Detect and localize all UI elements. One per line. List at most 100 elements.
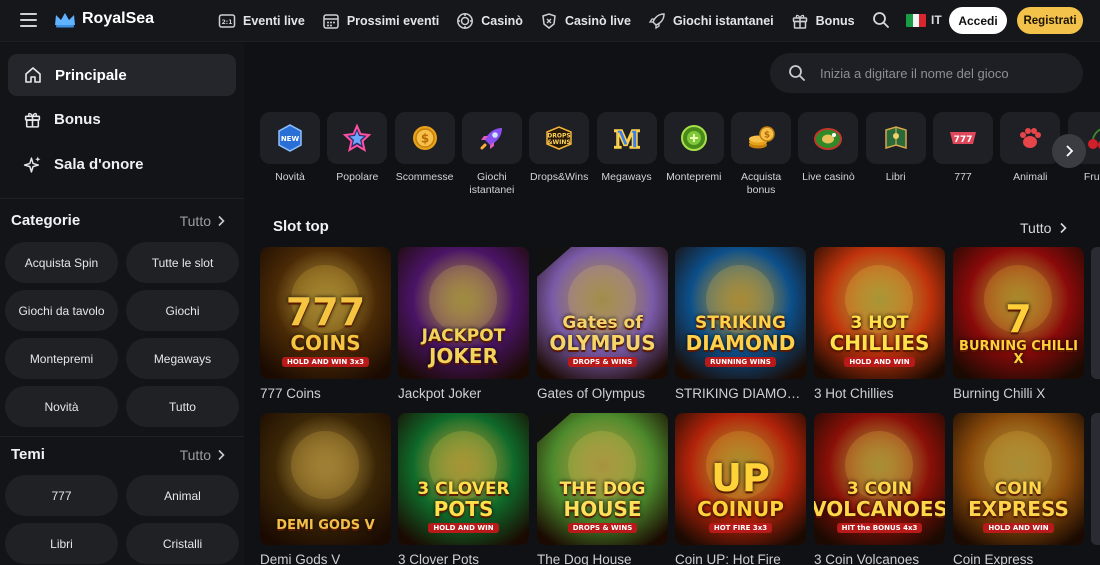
paw-icon	[1000, 112, 1061, 164]
sparkle-icon	[23, 156, 41, 173]
register-button[interactable]: Registrati	[1017, 7, 1083, 34]
game-art-badge: HIT the BONUS 4x3	[836, 523, 923, 533]
nav-label: Bonus	[815, 14, 855, 28]
category-tile[interactable]: Libri	[865, 112, 926, 184]
game-card[interactable]: Gates of OLYMPUS DROPS & WINS Gates of Olym…	[537, 247, 668, 401]
game-art-title: 3 HOT CHILLIES HOLD AND WIN	[814, 247, 945, 379]
slots-all-link[interactable]: Tutto	[1020, 220, 1068, 236]
game-card[interactable]: 3 COIN VOLCANOES HIT the BONUS 4x3 3 Coin V…	[814, 413, 945, 565]
game-thumbnail: 3 COIN VOLCANOES HIT the BONUS 4x3	[814, 413, 945, 545]
chevron-right-icon	[218, 449, 225, 460]
category-tile[interactable]: M Megaways	[596, 112, 657, 184]
brand-name: RoyalSea	[82, 10, 155, 27]
theme-chip[interactable]: Animal	[126, 475, 239, 516]
game-art-title: JACKPOT JOKER	[398, 247, 529, 379]
game-search-input[interactable]	[820, 65, 1060, 81]
chevron-right-icon	[1066, 145, 1074, 157]
drops-wins-icon: DROPS &WINS	[529, 112, 590, 164]
game-card[interactable]: COIN EXPRESS HOLD AND WIN Coin Express	[953, 413, 1084, 565]
nav-live-events[interactable]: 2:1 Eventi live	[218, 12, 305, 30]
game-card[interactable]: 3 CLOVER POTS HOLD AND WIN 3 Clover Pots	[398, 413, 529, 565]
themes-all-link[interactable]: Tutto	[180, 447, 225, 463]
category-chip[interactable]: Tutto	[126, 386, 239, 427]
ribbon-777-icon: 777	[933, 112, 993, 164]
game-card[interactable]: 777 COINS HOLD AND WIN 3x3 777 Coins	[260, 247, 391, 401]
sidebar-item-hall-of-fame[interactable]: Sala d'onore	[23, 155, 143, 174]
themes-title: Temi	[11, 446, 45, 463]
categories-title: Categorie	[11, 212, 81, 229]
category-label: Megaways	[601, 171, 652, 183]
category-label: Drops&Wins	[530, 171, 589, 183]
category-chip[interactable]: Montepremi	[5, 338, 118, 379]
category-chip[interactable]: Acquista Spin	[5, 242, 118, 283]
next-game-peek	[1091, 413, 1100, 545]
category-tile[interactable]: DROPS &WINS Drops&Wins	[529, 112, 590, 184]
calendar-icon	[323, 14, 339, 29]
category-label: Libri	[885, 171, 906, 183]
svg-text:&WINS: &WINS	[547, 139, 570, 146]
nav-live-casino[interactable]: Casinò live	[540, 12, 631, 30]
category-chip[interactable]: Megaways	[126, 338, 239, 379]
categories-all-link[interactable]: Tutto	[180, 213, 225, 229]
divider	[0, 436, 244, 437]
game-card[interactable]: UP COINUP HOT FIRE 3x3 Coin UP: Hot Fire	[675, 413, 806, 565]
category-label: Frutta	[1083, 171, 1100, 183]
rocket-icon	[648, 13, 665, 30]
category-tile[interactable]: Giochi istantanei	[461, 112, 522, 197]
game-art-text: JOKER	[428, 344, 498, 368]
game-title: Coin Express	[953, 552, 1034, 565]
category-chip[interactable]: Giochi da tavolo	[5, 290, 118, 331]
game-card[interactable]: DEMI GODS V Demi Gods V	[260, 413, 391, 565]
category-label: Giochi istantanei	[469, 171, 515, 196]
game-thumbnail: JACKPOT JOKER	[398, 247, 529, 379]
game-title: Jackpot Joker	[398, 386, 482, 401]
category-tile[interactable]: Montepremi	[663, 112, 724, 184]
nav-upcoming-events[interactable]: Prossimi eventi	[322, 12, 439, 30]
category-chip[interactable]: Novità	[5, 386, 118, 427]
game-card[interactable]: 3 HOT CHILLIES HOLD AND WIN 3 Hot Chillies	[814, 247, 945, 401]
game-thumbnail: 3 HOT CHILLIES HOLD AND WIN	[814, 247, 945, 379]
nav-instant-games[interactable]: Giochi istantanei	[648, 12, 774, 30]
game-card[interactable]: THE DOG HOUSE DROPS & WINS The Dog House	[537, 413, 668, 565]
sidebar-item-bonus[interactable]: Bonus	[23, 110, 101, 129]
star-icon	[327, 112, 388, 164]
megaways-icon: M	[596, 112, 657, 164]
category-label: Acquista bonus	[740, 171, 782, 196]
category-label: Popolare	[336, 171, 379, 183]
game-search-bar[interactable]	[770, 53, 1083, 93]
gift-icon	[792, 14, 807, 29]
theme-chip[interactable]: Libri	[5, 523, 118, 564]
brand-logo[interactable]: RoyalSea	[53, 10, 154, 28]
theme-chip[interactable]: Cristalli	[126, 523, 239, 564]
game-thumbnail: 7 BURNING CHILLI X	[953, 247, 1084, 379]
game-card[interactable]: JACKPOT JOKER Jackpot Joker	[398, 247, 529, 401]
game-card[interactable]: 7 BURNING CHILLI X Burning Chilli X	[953, 247, 1084, 401]
category-chip[interactable]: Tutte le slot	[126, 242, 239, 283]
game-art-text: UP	[711, 456, 770, 501]
category-tile[interactable]: Popolare	[327, 112, 388, 184]
menu-icon[interactable]	[20, 13, 37, 27]
category-tile[interactable]: Live casinò	[798, 112, 859, 184]
nav-bonus[interactable]: Bonus	[791, 12, 855, 30]
roulette-icon	[798, 112, 859, 164]
category-tile[interactable]: $ Acquista bonus	[731, 112, 792, 197]
login-button[interactable]: Accedi	[949, 7, 1007, 34]
nav-casino[interactable]: Casinò	[456, 12, 523, 30]
italy-flag-icon	[906, 13, 926, 27]
game-art-text: DIAMOND	[685, 331, 796, 355]
category-tile[interactable]: NEW Novità	[260, 112, 320, 184]
game-thumbnail: UP COINUP HOT FIRE 3x3	[675, 413, 806, 545]
game-title: Demi Gods V	[260, 552, 341, 565]
svg-text:$: $	[420, 132, 428, 146]
scroll-right-button[interactable]	[1052, 134, 1086, 168]
language-selector[interactable]: IT	[906, 13, 942, 27]
category-tile[interactable]: $ Scommesse	[394, 112, 455, 184]
category-tile[interactable]: 777 777	[933, 112, 993, 184]
all-label: Tutto	[179, 446, 211, 463]
category-chip[interactable]: Giochi	[126, 290, 239, 331]
game-card[interactable]: STRIKING DIAMOND RUNNING WINS STRIKING DIAM…	[675, 247, 806, 401]
theme-chip[interactable]: 777	[5, 475, 118, 516]
sidebar-item-principale[interactable]: Principale	[8, 54, 236, 96]
search-icon[interactable]	[872, 11, 890, 29]
game-thumbnail: 3 CLOVER POTS HOLD AND WIN	[398, 413, 529, 545]
